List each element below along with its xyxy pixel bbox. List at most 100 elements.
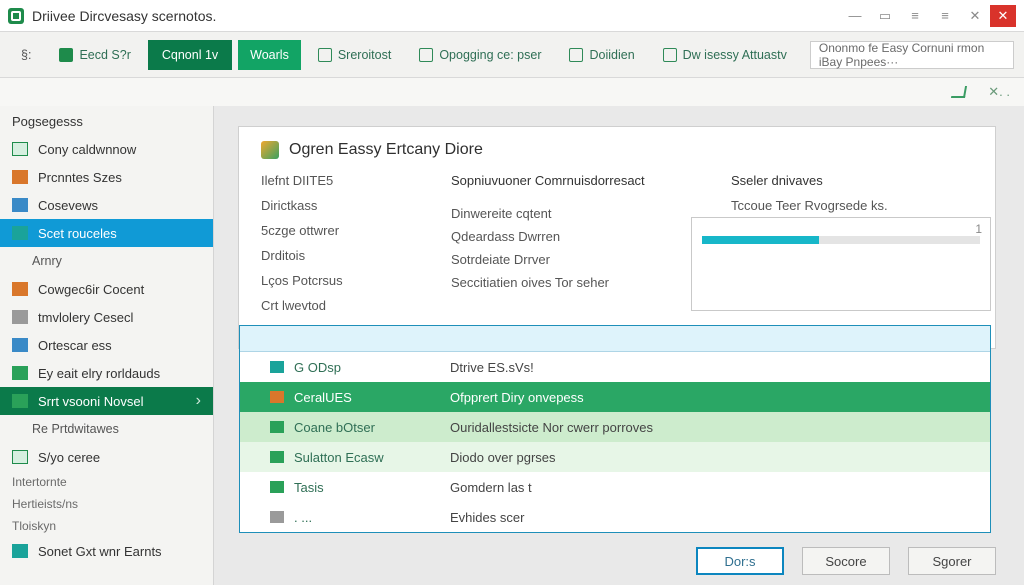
- titlebar: Driivee Dircvesasy scernotos. — ▭ ≡ ≡ ✕ …: [0, 0, 1024, 32]
- opt1-button[interactable]: ▭: [870, 4, 900, 28]
- result-row[interactable]: Coane bOtserOuridallestsicte Nor cwerr p…: [240, 412, 990, 442]
- toolbar-item-1[interactable]: Opogging ce: pser: [408, 40, 552, 70]
- check-icon[interactable]: [951, 86, 967, 98]
- col-a-item: Crt lwevtod: [261, 298, 411, 313]
- result-right: Dtrive ES.sVs!: [440, 360, 990, 375]
- tertiary-button[interactable]: Sgorer: [908, 547, 996, 575]
- col-b-item: Qdeardass Dwrren: [451, 229, 691, 244]
- result-right: Ofpprert Diry onvepess: [440, 390, 990, 405]
- result-row[interactable]: Sulatton Ecasw Diodo over pgrses: [240, 442, 990, 472]
- button-bar: Dor:s Socore Sgorer: [696, 547, 996, 575]
- sidebar-item-8[interactable]: Ey eait elry rorldauds: [0, 359, 213, 387]
- sidebar-icon: [12, 394, 28, 408]
- result-left: G ODsp: [294, 360, 341, 375]
- secondary-button[interactable]: Socore: [802, 547, 890, 575]
- progress-bar: [702, 236, 980, 244]
- result-row[interactable]: G ODsp Dtrive ES.sVs!: [240, 352, 990, 382]
- colc-sub: Tccoue Teer Rvogrsede ks.: [731, 198, 921, 213]
- panel-title: Ogren Eassy Ertcany Diore: [261, 141, 975, 159]
- sidebar-icon: [12, 366, 28, 380]
- col-a-item: Ilefnt DIITE5: [261, 173, 411, 188]
- result-icon: [270, 451, 284, 463]
- colb-head: Sopniuvuoner Comrnuisdorresact: [451, 173, 691, 188]
- col-a-item: Drditois: [261, 248, 411, 263]
- opt3-button[interactable]: ≡: [930, 4, 960, 28]
- sidebar-item-0[interactable]: Cony caldwnnow: [0, 135, 213, 163]
- sub-toolbar: ✕. .: [0, 78, 1024, 106]
- address-bar[interactable]: Ononmo fe Easy Cornuni rmon iBay Pnpees·…: [810, 41, 1014, 69]
- sidebar-item-7[interactable]: Ortescar ess: [0, 331, 213, 359]
- sidebar-item-4[interactable]: Arnry: [0, 247, 213, 275]
- sidebar: Pogsegesss Cony caldwnnowPrcnntes SzesCo…: [0, 106, 214, 585]
- result-row[interactable]: . ... Evhides scer: [240, 502, 990, 532]
- colc-head: Sseler dnivaves: [731, 173, 921, 188]
- close-button[interactable]: ✕: [990, 5, 1016, 27]
- sidebar-item-13: Hertieists/ns: [0, 493, 213, 515]
- shield-icon: [318, 48, 332, 62]
- result-left: Tasis: [294, 480, 324, 495]
- sidebar-item-15[interactable]: Sonet Gxt wnr Earnts: [0, 537, 213, 565]
- sidebar-icon: [12, 226, 28, 240]
- sidebar-item-label: Cowgec6ir Cocent: [38, 282, 144, 297]
- sidebar-item-3[interactable]: Scet rouceles: [0, 219, 213, 247]
- sidebar-icon: [12, 198, 28, 212]
- gear-icon: [569, 48, 583, 62]
- primary-button[interactable]: Dor:s: [696, 547, 784, 575]
- result-icon: [270, 481, 284, 493]
- result-icon: [270, 361, 284, 373]
- minimize-button[interactable]: —: [840, 4, 870, 28]
- progress-box: 1: [691, 217, 991, 311]
- close-alt-button[interactable]: ✕: [960, 4, 990, 28]
- window-title: Driivee Dircvesasy scernotos.: [32, 8, 216, 24]
- result-left: Sulatton Ecasw: [294, 450, 384, 465]
- toolbar-primary[interactable]: Cqnonl 1v: [148, 40, 232, 70]
- toolbar-item-3[interactable]: Dw isessy Attuastv: [652, 40, 798, 70]
- toolbar-item-0[interactable]: Sreroitost: [307, 40, 403, 70]
- sidebar-icon: [12, 142, 28, 156]
- sidebar-item-label: Arnry: [32, 254, 62, 268]
- sidebar-item-1[interactable]: Prcnntes Szes: [0, 163, 213, 191]
- result-right: Diodo over pgrses: [440, 450, 990, 465]
- result-left: . ...: [294, 510, 312, 525]
- sidebar-item-label: Tloiskyn: [12, 519, 56, 533]
- toolbar-alt[interactable]: Woarls: [238, 40, 301, 70]
- main-panel: Ogren Eassy Ertcany Diore Ilefnt DIITE5 D…: [238, 126, 996, 349]
- sidebar-icon: [12, 450, 28, 464]
- result-right: Evhides scer: [440, 510, 990, 525]
- result-row[interactable]: CeralUESOfpprert Diry onvepess: [240, 382, 990, 412]
- doc-icon: [663, 48, 677, 62]
- sidebar-item-label: Sonet Gxt wnr Earnts: [38, 544, 162, 559]
- sidebar-icon: [12, 338, 28, 352]
- sidebar-item-label: Srrt vsooni Novsel: [38, 394, 143, 409]
- sidebar-item-2[interactable]: Cosevews: [0, 191, 213, 219]
- result-header: [240, 326, 990, 352]
- sidebar-item-label: Intertornte: [12, 475, 67, 489]
- sidebar-item-label: Prcnntes Szes: [38, 170, 122, 185]
- sidebar-item-5[interactable]: Cowgec6ir Cocent: [0, 275, 213, 303]
- col-b-item: Sotrdeiate Drrver: [451, 252, 691, 267]
- sidebar-item-9[interactable]: Srrt vsooni Novsel: [0, 387, 213, 415]
- sidebar-item-6[interactable]: tmvlolery Cesecl: [0, 303, 213, 331]
- toolbar-sep[interactable]: §:: [10, 40, 42, 70]
- sidebar-item-label: S/yo ceree: [38, 450, 100, 465]
- page-icon: [419, 48, 433, 62]
- subtool-b[interactable]: ✕. .: [988, 84, 1010, 100]
- content-area: Ogren Eassy Ertcany Diore Ilefnt DIITE5 D…: [214, 106, 1024, 585]
- sidebar-item-label: Re Prtdwitawes: [32, 422, 119, 436]
- sidebar-item-12: Intertornte: [0, 471, 213, 493]
- sidebar-item-11[interactable]: S/yo ceree: [0, 443, 213, 471]
- panel-col-a: Ilefnt DIITE5 Dirictkass 5czge ottwrer Drdi…: [261, 173, 411, 338]
- sidebar-item-10[interactable]: Re Prtdwitawes: [0, 415, 213, 443]
- result-row[interactable]: TasisGomdern las t: [240, 472, 990, 502]
- toolbar: §: Eecd S?r Cqnonl 1v Woarls Sreroitost …: [0, 32, 1024, 78]
- col-a-item: Lços Potcrsus: [261, 273, 411, 288]
- sidebar-item-label: Scet rouceles: [38, 226, 117, 241]
- col-a-item: 5czge ottwrer: [261, 223, 411, 238]
- toolbar-item-2[interactable]: Doiidien: [558, 40, 645, 70]
- col-a-item: Dirictkass: [261, 198, 411, 213]
- panel-col-b: Sopniuvuoner Comrnuisdorresact Dinwereit…: [451, 173, 691, 338]
- opt2-button[interactable]: ≡: [900, 4, 930, 28]
- toolbar-edit[interactable]: Eecd S?r: [48, 40, 141, 70]
- sidebar-item-14: Tloiskyn: [0, 515, 213, 537]
- sidebar-icon: [12, 282, 28, 296]
